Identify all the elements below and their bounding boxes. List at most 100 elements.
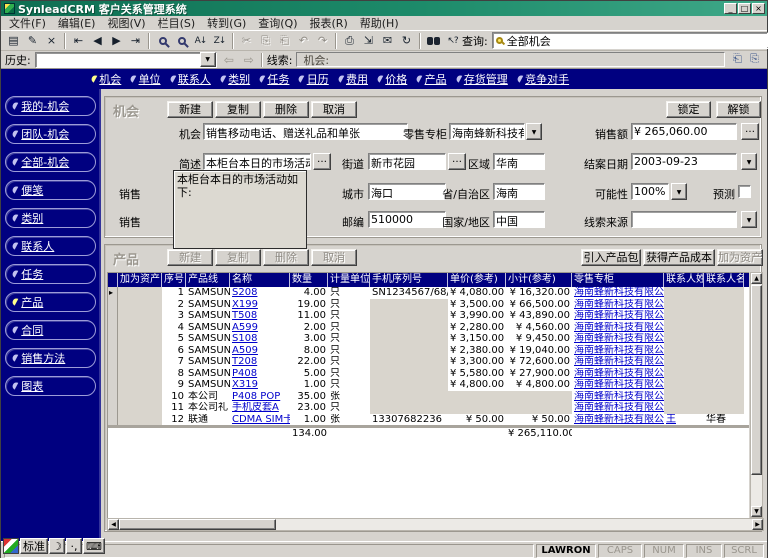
link-name[interactable]: 手机皮套A (232, 402, 279, 413)
opportunity-cancel-button[interactable]: 取消 (311, 101, 357, 118)
header-cell-8[interactable]: 小计(参考) (506, 273, 572, 287)
minimize-button[interactable]: _ (724, 3, 737, 14)
lead-source-dropdown-button[interactable] (741, 211, 757, 228)
copy-icon[interactable]: ⎘ (256, 32, 275, 49)
menu-item-1[interactable]: 编辑(E) (52, 15, 102, 31)
link-name[interactable]: X199 (232, 299, 258, 310)
ime-halfwidth-icon[interactable]: ☽ (49, 538, 65, 554)
menu-item-7[interactable]: 帮助(H) (354, 15, 405, 31)
menu-item-5[interactable]: 查询(Q) (252, 15, 303, 31)
next-record-icon[interactable]: ▶ (107, 32, 126, 49)
menu-item-2[interactable]: 视图(V) (101, 15, 151, 31)
sidebar-item-8[interactable]: ◖合同 (5, 320, 96, 340)
opportunity-field-input[interactable]: 销售移动电话、赠送礼品和单张 (203, 123, 408, 140)
link-name[interactable]: P408 POP (232, 391, 280, 402)
sidebar-item-0[interactable]: ◖我的-机会 (5, 96, 96, 116)
link-name[interactable]: CDMA SIM卡 (232, 414, 290, 425)
tab-3[interactable]: ◖类别 (220, 71, 250, 87)
menu-item-3[interactable]: 栏目(S) (152, 15, 202, 31)
table-vertical-scrollbar[interactable]: ▲ ▼ (750, 272, 763, 518)
tab-2[interactable]: ◖联系人 (170, 71, 211, 87)
history-dropdown-button[interactable] (200, 52, 216, 67)
prev-record-icon[interactable]: ◀ (88, 32, 107, 49)
product-row[interactable]: 7SAMSUNGT20822.00只¥ 3,300.00¥ 72,600.00海… (108, 356, 749, 368)
horizontal-scroll-track[interactable] (276, 519, 752, 530)
product-row[interactable]: 5SAMSUNGS1083.00只¥ 3,150.00¥ 9,450.00海南蜂… (108, 333, 749, 345)
product-row[interactable]: 9SAMSUNGX3191.00只¥ 4,800.00¥ 4,800.00海南蜂… (108, 379, 749, 391)
opportunity-new-button[interactable]: 新建 (167, 101, 213, 118)
undo-icon[interactable]: ↶ (294, 32, 313, 49)
menu-item-6[interactable]: 报表(R) (304, 15, 354, 31)
link-name[interactable]: A599 (232, 322, 258, 333)
header-cell-5[interactable]: 计量单位 (328, 273, 370, 287)
link-retail[interactable]: 海南蜂新科技有限公司 (574, 402, 664, 413)
refresh-icon[interactable]: ↻ (397, 32, 416, 49)
probability-input[interactable]: 100% (631, 183, 669, 200)
horizontal-scroll-thumb[interactable] (119, 519, 276, 530)
link-name[interactable]: S208 (232, 287, 257, 298)
link-name[interactable]: S108 (232, 333, 257, 344)
sidebar-item-4[interactable]: ◖类别 (5, 208, 96, 228)
table-horizontal-scrollbar[interactable]: ◀ ▶ (107, 518, 764, 531)
country-input[interactable]: 中国 (493, 211, 545, 228)
tab-8[interactable]: ◖产品 (416, 71, 446, 87)
sidebar-item-9[interactable]: ◖销售方法 (5, 348, 96, 368)
ime-logo-icon[interactable] (3, 538, 19, 554)
link-last_name[interactable]: 王 (666, 414, 676, 425)
redo-icon[interactable]: ↷ (313, 32, 332, 49)
link-retail[interactable]: 海南蜂新科技有限公司 (574, 368, 664, 379)
sidebar-item-6[interactable]: ◖任务 (5, 264, 96, 284)
link-retail[interactable]: 海南蜂新科技有限公司 (574, 345, 664, 356)
maximize-button[interactable]: □ (738, 3, 751, 14)
header-cell-7[interactable]: 单价(参考) (448, 273, 506, 287)
context-help-icon[interactable]: ↖? (443, 32, 462, 49)
product-cancel-button[interactable]: 取消 (311, 249, 357, 266)
opportunity-copy-button[interactable]: 复制 (215, 101, 261, 118)
header-cell-2[interactable]: 产品线 (186, 273, 230, 287)
close-button[interactable]: × (752, 3, 765, 14)
header-cell-10[interactable]: 联系人姓 (664, 273, 704, 287)
export-icon[interactable]: ⇲ (359, 32, 378, 49)
scroll-up-button[interactable]: ▲ (751, 273, 762, 284)
link-retail[interactable]: 海南蜂新科技有限公司 (574, 391, 664, 402)
product-row[interactable]: 2SAMSUNGX19919.00只¥ 3,500.00¥ 66,500.00海… (108, 299, 749, 311)
paste-icon[interactable]: ⎗ (275, 32, 294, 49)
tab-0[interactable]: ◖机会 (91, 71, 121, 87)
close-date-input[interactable]: 2003-09-23 (631, 153, 737, 170)
ime-mode-button[interactable]: 标准 (20, 538, 48, 554)
search-form-icon[interactable] (172, 32, 191, 49)
link-retail[interactable]: 海南蜂新科技有限公司 (574, 287, 664, 298)
sort-desc-icon[interactable]: Z↓ (210, 32, 229, 49)
card-view-icon[interactable]: ⎗ (729, 52, 746, 67)
sidebar-item-1[interactable]: ◖团队-机会 (5, 124, 96, 144)
header-cell-0[interactable]: 加为资产 (118, 273, 162, 287)
tab-7[interactable]: ◖价格 (377, 71, 407, 87)
forecast-checkbox[interactable] (738, 185, 751, 198)
lead-source-input[interactable] (631, 211, 737, 228)
link-retail[interactable]: 海南蜂新科技有限公司 (574, 379, 664, 390)
delete-record-icon[interactable]: × (42, 32, 61, 49)
sidebar-item-3[interactable]: ◖便笺 (5, 180, 96, 200)
sidebar-item-2[interactable]: ◖全部-机会 (5, 152, 96, 172)
province-input[interactable]: 海南 (493, 183, 545, 200)
close-date-dropdown-button[interactable] (741, 153, 757, 170)
get-product-cost-button[interactable]: 获得产品成本 (643, 249, 715, 266)
cut-icon[interactable]: ✂ (237, 32, 256, 49)
tab-5[interactable]: ◖日历 (298, 71, 328, 87)
opportunity-delete-button[interactable]: 删除 (263, 101, 309, 118)
link-retail[interactable]: 海南蜂新科技有限公司 (574, 333, 664, 344)
product-row[interactable]: 3SAMSUNGT50811.00只¥ 3,990.00¥ 43,890.00海… (108, 310, 749, 322)
link-retail[interactable]: 海南蜂新科技有限公司 (574, 310, 664, 321)
sidebar-item-5[interactable]: ◖联系人 (5, 236, 96, 256)
edit-record-icon[interactable]: ✎ (23, 32, 42, 49)
new-record-icon[interactable]: ▤ (4, 32, 23, 49)
tab-10[interactable]: ◖竞争对手 (517, 71, 569, 87)
link-retail[interactable]: 海南蜂新科技有限公司 (574, 299, 664, 310)
link-name[interactable]: T508 (232, 310, 257, 321)
header-cell-1[interactable]: 序号 (162, 273, 186, 287)
sales-amount-ellipsis-button[interactable] (741, 123, 759, 140)
lock-button[interactable]: 锁定 (666, 101, 711, 118)
product-delete-button[interactable]: 删除 (263, 249, 309, 266)
tab-9[interactable]: ◖存货管理 (456, 71, 508, 87)
link-name[interactable]: T208 (232, 356, 257, 367)
